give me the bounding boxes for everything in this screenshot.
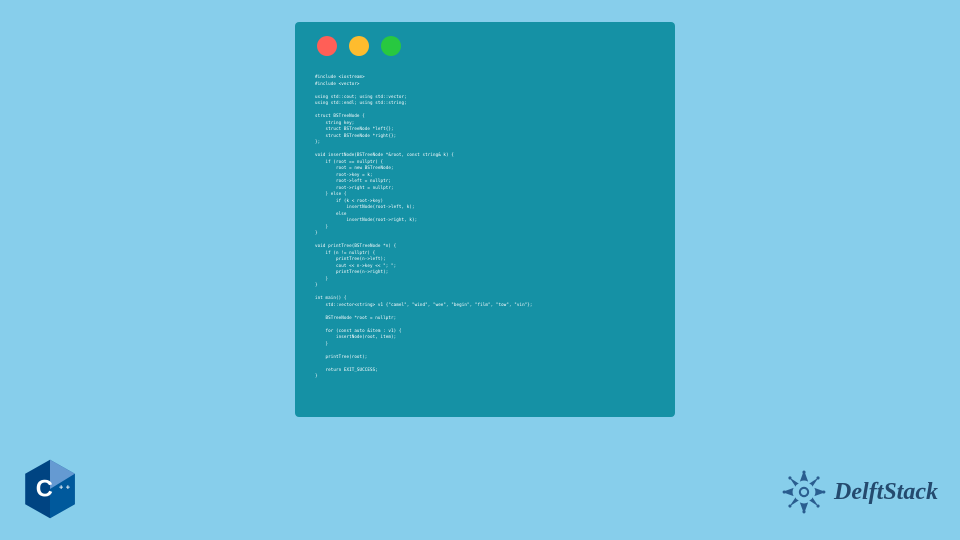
svg-text:+: + xyxy=(59,483,63,492)
svg-text:+: + xyxy=(66,483,70,492)
cpp-letter: C xyxy=(36,476,53,502)
close-dot-icon xyxy=(317,36,337,56)
cpp-badge-icon: C + + xyxy=(20,458,80,520)
maximize-dot-icon xyxy=(381,36,401,56)
brand-name: DelftStack xyxy=(834,479,938,506)
brand-logo: DelftStack xyxy=(778,466,938,518)
code-window: #include <iostream> #include <vector> us… xyxy=(295,22,675,417)
delft-mandala-icon xyxy=(778,466,830,518)
traffic-lights xyxy=(295,22,675,66)
code-content: #include <iostream> #include <vector> us… xyxy=(295,66,675,392)
minimize-dot-icon xyxy=(349,36,369,56)
